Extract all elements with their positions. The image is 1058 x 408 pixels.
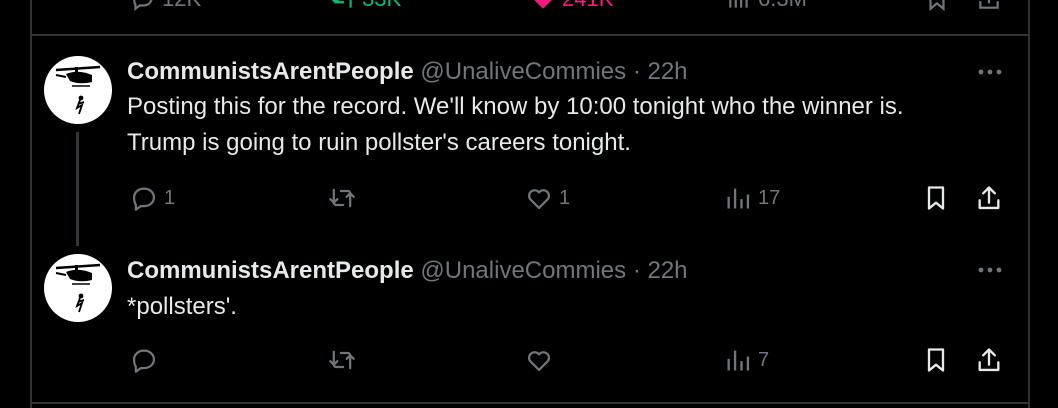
repost-icon — [331, 0, 352, 8]
prev-views-action[interactable]: 6.3M — [726, 0, 807, 12]
reply-button[interactable] — [130, 346, 164, 374]
helicopter-avatar-icon — [55, 263, 101, 313]
share-button[interactable] — [975, 346, 1003, 374]
avatar[interactable] — [44, 56, 112, 124]
share-icon — [978, 348, 1000, 372]
prev-view-count: 6.3M — [758, 0, 807, 12]
reply-icon — [132, 187, 156, 211]
tweet-text: *pollsters'. — [127, 289, 1007, 325]
tweet-header: CommunistsArentPeople @UnaliveCommies · … — [127, 58, 688, 86]
repost-button[interactable] — [328, 346, 362, 374]
share-button[interactable] — [975, 184, 1003, 212]
share-icon — [978, 186, 1000, 210]
like-count: 1 — [559, 186, 571, 209]
view-count: 7 — [758, 348, 770, 371]
prev-bookmark-action[interactable] — [924, 0, 950, 12]
bookmark-icon — [929, 0, 945, 12]
like-button[interactable]: 1 — [525, 184, 570, 212]
helicopter-avatar-icon — [55, 65, 101, 115]
bookmark-button[interactable] — [922, 184, 950, 212]
view-count: 17 — [758, 186, 781, 209]
share-icon — [979, 0, 999, 9]
more-button[interactable] — [974, 64, 1006, 88]
tweet-text-line-2: Trump is going to ruin pollster's career… — [127, 129, 631, 156]
views-button[interactable]: 17 — [724, 184, 780, 212]
views-icon — [727, 188, 750, 209]
handle[interactable]: @UnaliveCommies — [420, 58, 626, 85]
display-name[interactable]: CommunistsArentPeople — [127, 58, 414, 85]
reply-icon — [133, 0, 153, 11]
prev-reply-action[interactable]: 12K — [130, 0, 201, 12]
prev-share-action[interactable] — [976, 0, 1002, 12]
like-icon — [528, 351, 550, 372]
tweet-actions: 1 1 17 — [0, 180, 1058, 220]
avatar[interactable] — [44, 254, 112, 322]
separator: · — [632, 257, 641, 284]
reply-button[interactable]: 1 — [130, 184, 175, 212]
more-button[interactable] — [974, 262, 1006, 286]
previous-tweet-actions: 12K 33K 241K 6.3M — [0, 0, 1030, 14]
views-icon — [727, 350, 750, 371]
repost-icon — [329, 188, 355, 208]
like-icon — [534, 0, 552, 9]
repost-icon — [329, 350, 355, 370]
timestamp[interactable]: 22h — [647, 257, 687, 284]
tweet-header: CommunistsArentPeople @UnaliveCommies · … — [127, 257, 688, 285]
tweet-text-line-1: Posting this for the record. We'll know … — [127, 93, 904, 120]
handle[interactable]: @UnaliveCommies — [420, 257, 626, 284]
bookmark-icon — [927, 348, 945, 372]
bookmark-icon — [927, 186, 945, 210]
prev-reply-count: 12K — [162, 0, 201, 12]
views-button[interactable]: 7 — [724, 346, 769, 374]
display-name[interactable]: CommunistsArentPeople — [127, 257, 414, 284]
prev-like-count: 241K — [562, 0, 613, 12]
bookmark-button[interactable] — [922, 346, 950, 374]
separator: · — [632, 58, 641, 85]
tweet-text: Posting this for the record. We'll know … — [127, 89, 1007, 161]
tweet-text-line-1: *pollsters'. — [127, 293, 237, 320]
like-button[interactable] — [525, 346, 559, 374]
tweet-actions: 7 — [0, 342, 1058, 382]
more-icon — [978, 267, 1002, 273]
reply-count: 1 — [164, 186, 176, 209]
reply-icon — [132, 349, 156, 373]
tweet-divider-bottom — [30, 402, 1030, 404]
repost-button[interactable] — [328, 184, 362, 212]
timestamp[interactable]: 22h — [647, 58, 687, 85]
prev-repost-count: 33K — [362, 0, 401, 12]
views-icon — [729, 0, 748, 8]
tweet-divider-top — [30, 34, 1030, 36]
prev-repost-action[interactable]: 33K — [330, 0, 401, 12]
prev-like-action[interactable]: 241K — [530, 0, 613, 12]
like-icon — [528, 189, 550, 210]
more-icon — [978, 69, 1002, 75]
